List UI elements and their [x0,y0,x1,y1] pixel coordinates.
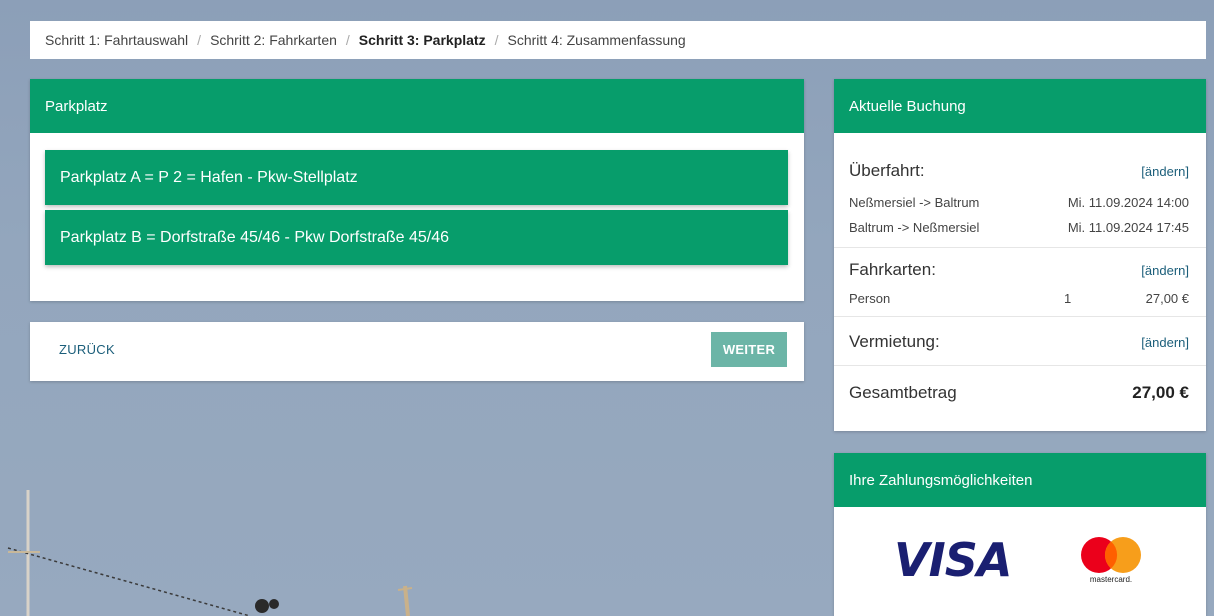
parking-panel-title: Parkplatz [30,79,804,133]
divider [834,365,1206,366]
ticket-quantity: 1 [1064,291,1072,306]
payment-panel: Ihre Zahlungsmöglichkeiten VISA masterca… [834,453,1206,616]
mastercard-circles-icon [1081,537,1141,573]
breadcrumb-separator: / [494,32,499,48]
booking-panel-title: Aktuelle Buchung [834,79,1206,133]
parking-option-b[interactable]: Parkplatz B = Dorfstraße 45/46 - Pkw Dor… [45,210,788,265]
tickets-label: Fahrkarten: [849,260,936,279]
breadcrumb-step-4: Schritt 4: Zusammenfassung [507,32,686,48]
trip-route: Neßmersiel -> Baltrum [849,195,980,210]
parking-panel: Parkplatz Parkplatz A = P 2 = Hafen - Pk… [30,79,804,301]
divider [834,316,1206,317]
total-label: Gesamtbetrag [849,383,957,402]
total-value: 27,00 € [1132,383,1189,402]
change-crossing-link[interactable]: [ändern] [1141,164,1189,179]
change-rental-link[interactable]: [ändern] [1141,335,1189,350]
trip-datetime: Mi. 11.09.2024 17:45 [1067,220,1189,235]
crossing-label: Überfahrt: [849,161,925,180]
change-tickets-link[interactable]: [ändern] [1141,263,1189,278]
crossing-section: Überfahrt: [ändern] [849,161,1189,181]
rental-section: Vermietung: [ändern] [849,332,1189,352]
breadcrumb-step-1[interactable]: Schritt 1: Fahrtauswahl [45,32,188,48]
back-button[interactable]: ZURÜCK [59,342,115,357]
breadcrumb: Schritt 1: Fahrtauswahl / Schritt 2: Fah… [30,21,1206,59]
divider [834,247,1206,248]
ticket-type: Person [849,291,891,306]
payment-panel-title: Ihre Zahlungsmöglichkeiten [834,453,1206,507]
next-button[interactable]: WEITER [711,332,787,367]
visa-logo: VISA [894,533,1012,587]
breadcrumb-step-3: Schritt 3: Parkplatz [358,32,486,48]
breadcrumb-separator: / [345,32,350,48]
ticket-price: 27,00 € [1145,291,1189,306]
mastercard-wordmark: mastercard. [1089,575,1133,584]
breadcrumb-step-2[interactable]: Schritt 2: Fahrkarten [210,32,337,48]
breadcrumb-separator: / [197,32,202,48]
mastercard-logo: mastercard. [1076,535,1146,591]
trip-datetime: Mi. 11.09.2024 14:00 [1067,195,1189,210]
parking-option-a[interactable]: Parkplatz A = P 2 = Hafen - Pkw-Stellpla… [45,150,788,205]
tickets-section: Fahrkarten: [ändern] [849,260,1189,280]
navigation-panel: ZURÜCK WEITER [30,322,804,381]
booking-summary-panel: Aktuelle Buchung Überfahrt: [ändern] Neß… [834,79,1206,431]
total-section: Gesamtbetrag 27,00 € [849,383,1189,403]
trip-route: Baltrum -> Neßmersiel [849,220,980,235]
rental-label: Vermietung: [849,332,940,351]
